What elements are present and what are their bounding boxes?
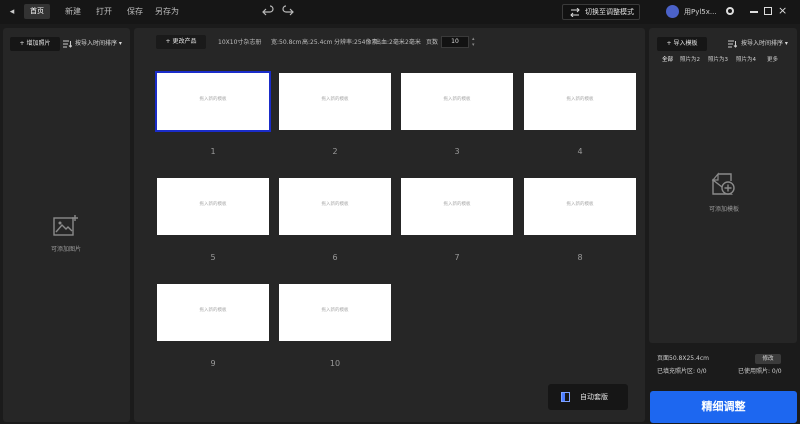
switch-icon xyxy=(570,8,580,17)
page-thumbnail[interactable]: 拖入新的模板 xyxy=(401,73,513,130)
avatar[interactable] xyxy=(666,5,679,18)
page-placeholder: 拖入新的模板 xyxy=(566,97,594,102)
pages-decrement[interactable]: ▾ xyxy=(472,43,475,48)
page-placeholder: 拖入新的模板 xyxy=(321,97,349,102)
switch-label: 切换至调整模式 xyxy=(585,8,634,16)
spec-height: 高:25.4cm xyxy=(302,39,333,46)
back-icon[interactable]: ◂ xyxy=(6,6,18,18)
redo-icon[interactable] xyxy=(282,5,294,19)
page-number: 8 xyxy=(577,253,583,262)
add-photo-button[interactable]: + 增加照片 xyxy=(10,37,60,51)
page-thumbnail[interactable]: 拖入新的模板 xyxy=(279,284,391,341)
menu-open[interactable]: 打开 xyxy=(96,5,112,19)
photo-sort-select[interactable]: 按导入时间排序 ▾ xyxy=(75,37,122,51)
tab-home[interactable]: 首页 xyxy=(24,4,50,19)
switch-adjust-mode-button[interactable]: 切换至调整模式 xyxy=(562,4,640,20)
top-bar: ◂ 首页 新建 打开 保存 另存为 切换至调整模式 用Pyl5x... × xyxy=(0,0,800,24)
filled-photo-slots: 已填充照片区: 0/0 xyxy=(657,368,707,375)
maximize-icon[interactable] xyxy=(764,7,772,15)
spec-bleed: 出血:2毫米 xyxy=(375,39,405,46)
page-number: 2 xyxy=(332,147,338,156)
page-thumbnail[interactable]: 拖入新的模板 xyxy=(401,178,513,235)
page-size-info: 页面50.8X25.4cm xyxy=(657,355,709,362)
add-image-icon[interactable] xyxy=(53,214,79,238)
close-icon[interactable]: × xyxy=(778,4,787,18)
sort-icon xyxy=(63,40,72,48)
page-number: 10 xyxy=(329,359,341,368)
change-product-button[interactable]: + 更改产品 xyxy=(156,35,206,49)
page-placeholder: 拖入新的模板 xyxy=(199,202,227,207)
photo-panel: + 增加照片 按导入时间排序 ▾ 可添加图片 xyxy=(3,28,130,422)
page-placeholder: 拖入新的模板 xyxy=(443,97,471,102)
page-number: 4 xyxy=(577,147,583,156)
tab-more[interactable]: 更多 xyxy=(767,55,778,63)
menu-save[interactable]: 保存 xyxy=(127,5,143,19)
tab-photo-2[interactable]: 照片为2 xyxy=(680,55,700,63)
add-template-icon[interactable] xyxy=(711,172,736,197)
used-photos: 已使用照片: 0/0 xyxy=(738,368,782,375)
page-thumbnail[interactable]: 拖入新的模板 xyxy=(279,73,391,130)
layout-icon xyxy=(561,392,570,402)
sort-icon xyxy=(728,40,737,48)
page-number: 9 xyxy=(210,359,216,368)
tab-photo-4[interactable]: 照片为4 xyxy=(736,55,756,63)
page-number: 7 xyxy=(454,253,460,262)
minimize-icon[interactable] xyxy=(750,11,758,13)
page-number: 6 xyxy=(332,253,338,262)
modify-button[interactable]: 修改 xyxy=(755,354,781,364)
spec-bleed-2: 2毫米 xyxy=(405,39,421,46)
page-thumbnail[interactable]: 拖入新的模板 xyxy=(279,178,391,235)
page-placeholder: 拖入新的模板 xyxy=(443,202,471,207)
empty-template-label: 可添加模板 xyxy=(709,206,740,213)
page-placeholder: 拖入新的模板 xyxy=(199,97,227,102)
page-thumbnail[interactable]: 拖入新的模板 xyxy=(157,284,269,341)
spec-width: 宽:50.8cm xyxy=(271,39,302,46)
template-sort-select[interactable]: 按导入时间排序 ▾ xyxy=(741,37,788,51)
empty-photo-label: 可添加图片 xyxy=(51,246,82,253)
page-placeholder: 拖入新的模板 xyxy=(199,308,227,313)
pages-label: 页数 xyxy=(426,39,439,46)
username[interactable]: 用Pyl5x... xyxy=(684,5,717,19)
page-thumbnail[interactable]: 拖入新的模板 xyxy=(157,178,269,235)
tab-all[interactable]: 全部 xyxy=(662,55,673,63)
page-thumbnail[interactable]: 拖入新的模板 xyxy=(524,178,636,235)
product-name: 10X10寸杂志册 xyxy=(218,39,262,46)
fine-adjust-button[interactable]: 精细调整 xyxy=(650,391,797,423)
undo-icon[interactable] xyxy=(262,5,274,19)
auto-layout-label: 自动套版 xyxy=(580,393,608,401)
page-thumbnail[interactable]: 拖入新的模板 xyxy=(155,71,271,132)
pages-input[interactable]: 10 xyxy=(441,36,469,48)
page-number: 1 xyxy=(210,147,216,156)
page-thumbnail[interactable]: 拖入新的模板 xyxy=(524,73,636,130)
auto-layout-button[interactable]: 自动套版 xyxy=(548,384,628,410)
spec-resolution: 分辨率:254像素 xyxy=(334,39,378,46)
menu-save-as[interactable]: 另存为 xyxy=(155,5,179,19)
page-number: 5 xyxy=(210,253,216,262)
import-template-button[interactable]: + 导入模板 xyxy=(657,37,707,51)
page-number: 3 xyxy=(454,147,460,156)
page-placeholder: 拖入新的模板 xyxy=(566,202,594,207)
menu-new[interactable]: 新建 xyxy=(65,5,81,19)
page-placeholder: 拖入新的模板 xyxy=(321,202,349,207)
tab-photo-3[interactable]: 照片为3 xyxy=(708,55,728,63)
gear-icon[interactable] xyxy=(726,7,734,15)
page-placeholder: 拖入新的模板 xyxy=(321,308,349,313)
